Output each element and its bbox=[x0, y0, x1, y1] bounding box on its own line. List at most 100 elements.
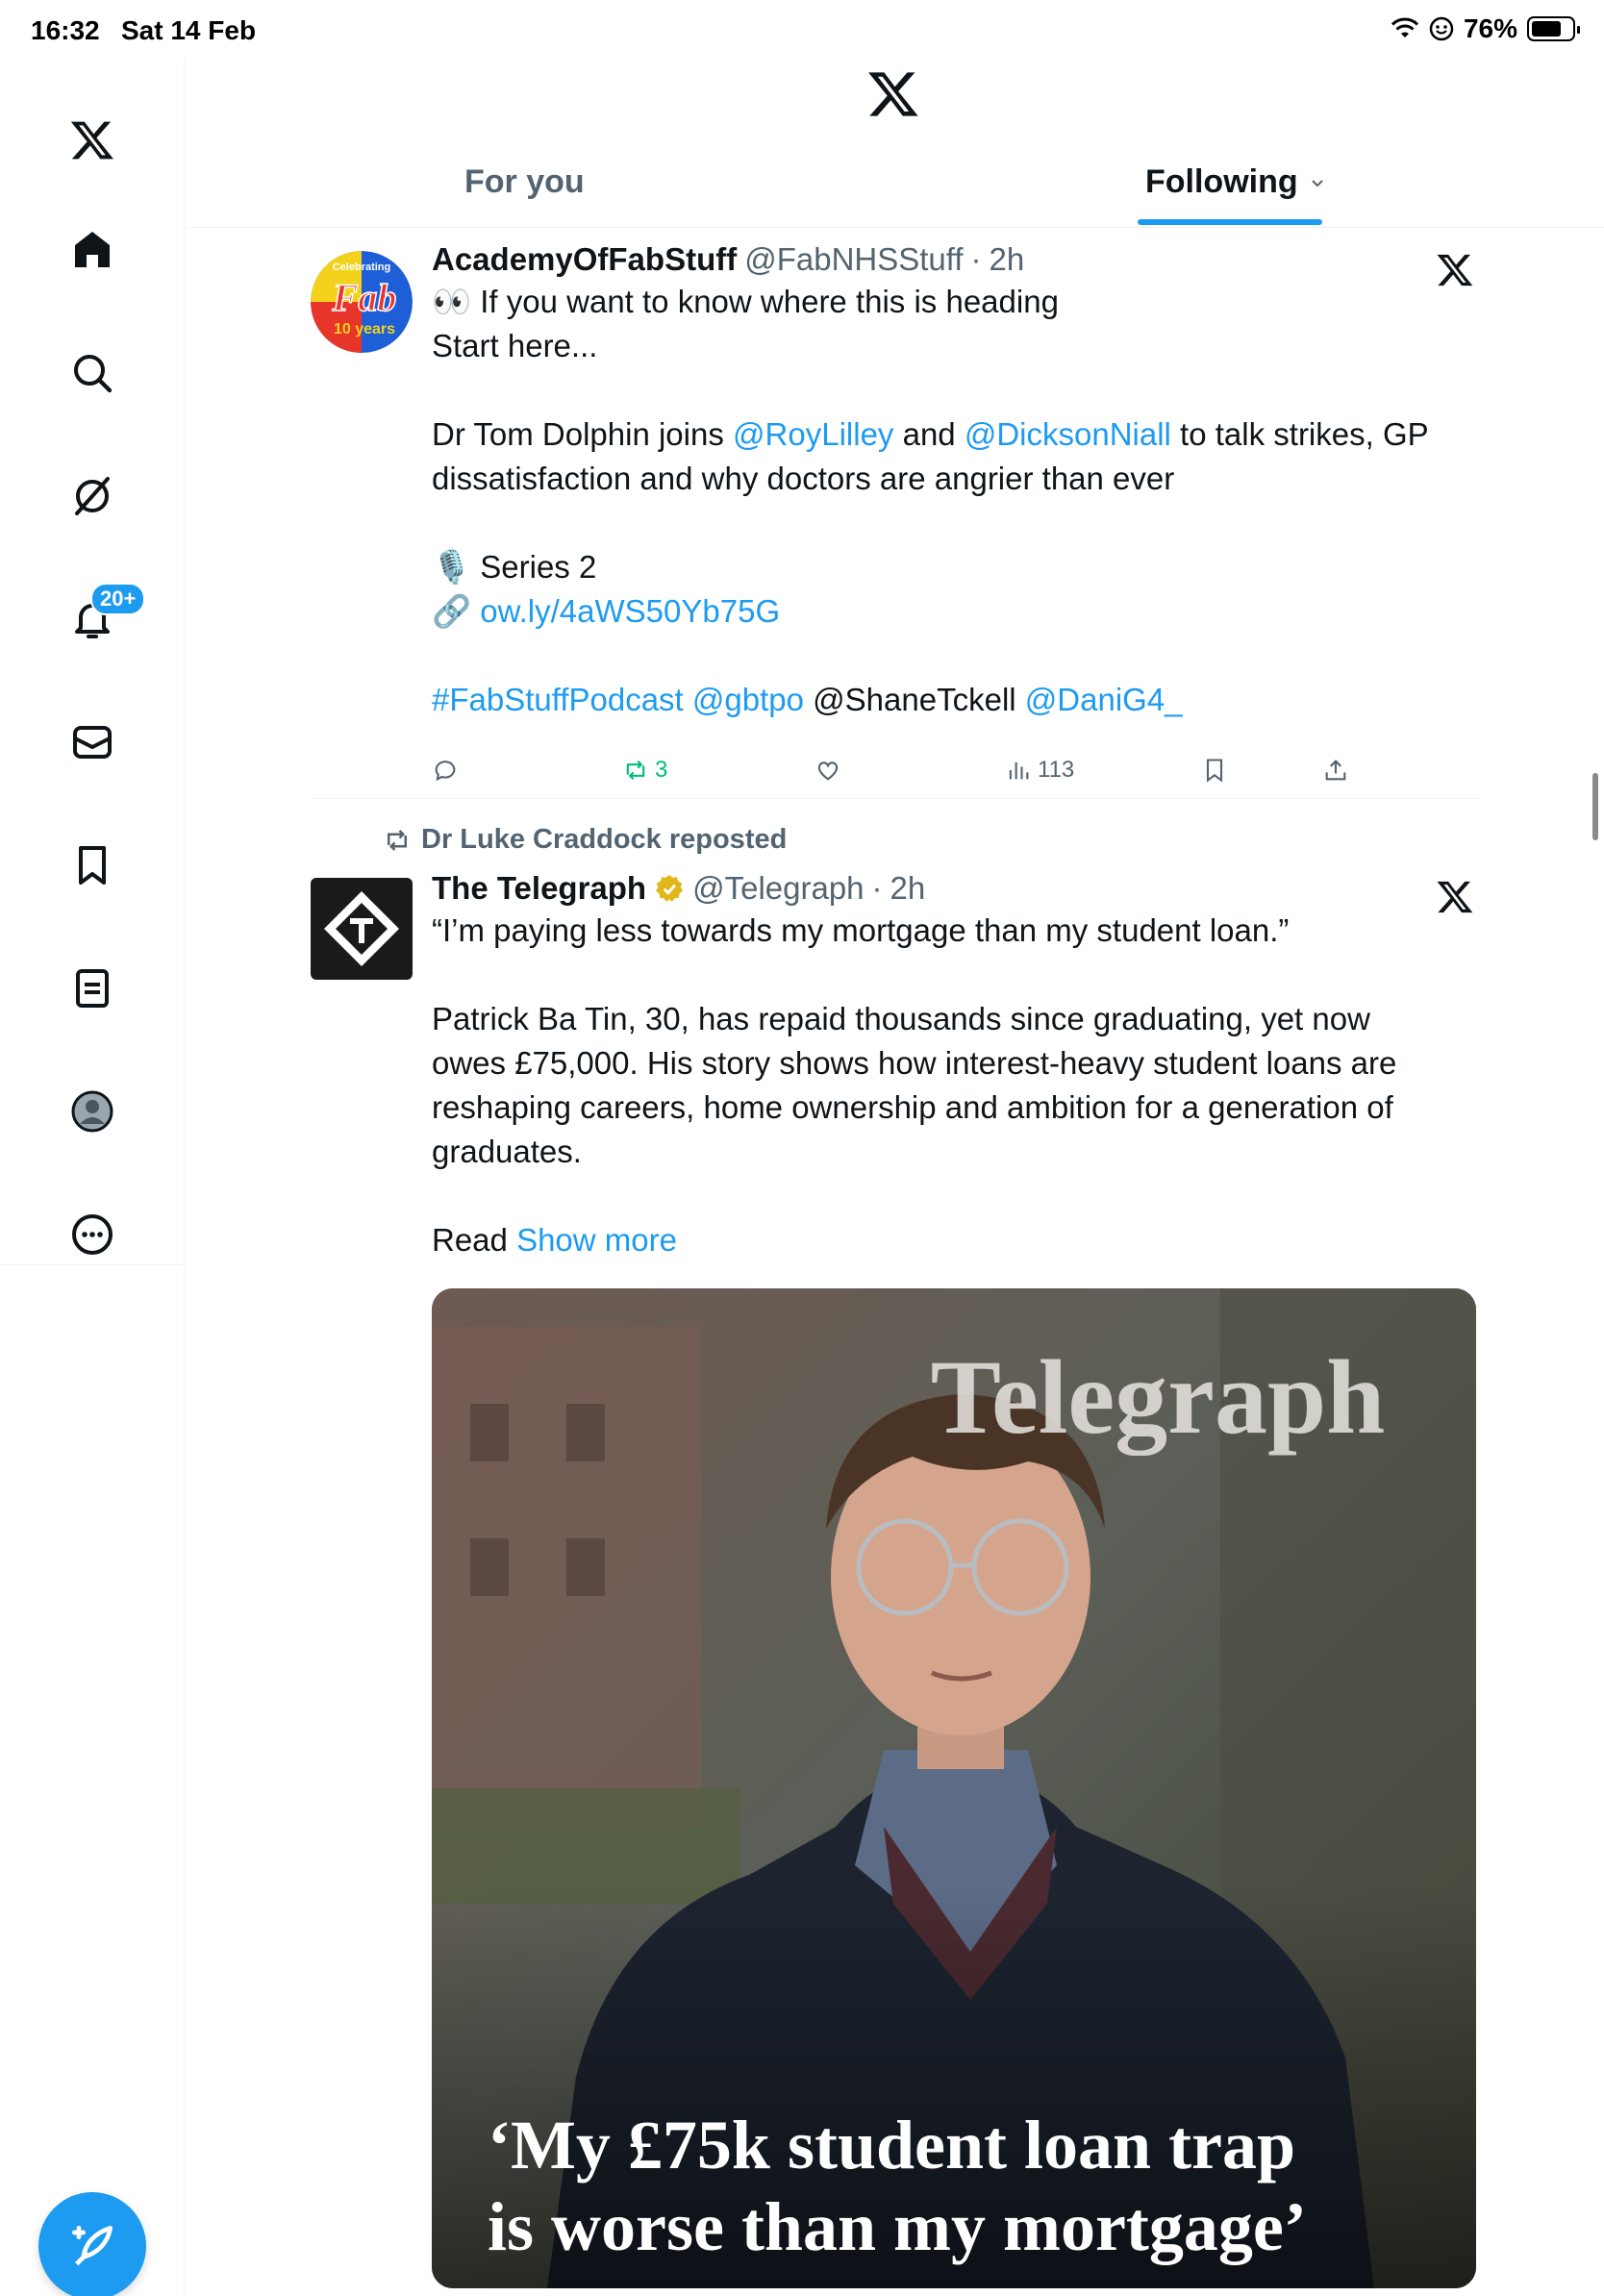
notifications-icon[interactable]: 20+ bbox=[62, 583, 146, 650]
repost-context[interactable]: Dr Luke Craddock reposted bbox=[383, 824, 787, 856]
tweet-separator bbox=[311, 798, 1479, 799]
like-button[interactable] bbox=[815, 757, 841, 784]
hashtag-link[interactable]: #FabStuffPodcast bbox=[432, 682, 684, 717]
display-name[interactable]: AcademyOfFabStuff bbox=[432, 239, 737, 280]
tweet-actions: 3 113 bbox=[432, 757, 1474, 787]
home-icon[interactable] bbox=[62, 219, 123, 281]
mention-link[interactable]: @DaniG4_ bbox=[1025, 682, 1183, 717]
tweet-body: AcademyOfFabStuff @FabNHSStuff · 2h 👀 If y… bbox=[432, 239, 1474, 722]
x-icon[interactable] bbox=[1436, 878, 1474, 916]
handle[interactable]: @Telegraph bbox=[692, 868, 864, 909]
tweet[interactable]: Celebrating Fab 10 years AcademyOfFabStu… bbox=[311, 239, 1474, 793]
status-bar: 16:32 Sat 14 Feb 76% bbox=[0, 0, 1604, 60]
scrollbar-thumb[interactable] bbox=[1592, 773, 1598, 840]
text-line: reshaping careers, home ownership and am… bbox=[432, 1089, 1393, 1125]
timestamp[interactable]: 2h bbox=[890, 868, 926, 909]
timeline-feed: Celebrating Fab 10 years AcademyOfFabStu… bbox=[186, 228, 1604, 2296]
text-line: #FabStuffPodcast @gbtpo @ShaneTckell @Da… bbox=[432, 678, 1474, 722]
media-headline-line-1: ‘My £75k student loan trap bbox=[488, 2107, 1295, 2184]
text-span: 🔗 bbox=[432, 593, 481, 629]
timeline-header: For you Following bbox=[186, 60, 1604, 228]
avatar[interactable] bbox=[311, 878, 413, 980]
heart-icon bbox=[817, 761, 839, 781]
tweet[interactable]: The Telegraph @Telegraph · 2h “I’m paying … bbox=[311, 868, 1476, 2296]
tweet-media-image[interactable]: Telegraph ‘My £75k student loan trap is … bbox=[432, 1288, 1476, 2288]
compose-icon bbox=[72, 2226, 113, 2266]
mention-link[interactable]: @RoyLilley bbox=[733, 416, 893, 452]
repost-count: 3 bbox=[655, 757, 668, 783]
mention-link[interactable]: @DicksonNiall bbox=[965, 416, 1171, 452]
bookmark-button[interactable] bbox=[1201, 757, 1228, 784]
views-icon bbox=[1009, 761, 1029, 780]
x-icon[interactable] bbox=[1436, 251, 1474, 289]
views-button[interactable]: 113 bbox=[1005, 757, 1074, 784]
chevron-down-icon bbox=[1311, 179, 1323, 187]
text-span: Dr Tom Dolphin joins bbox=[432, 416, 734, 452]
text-line: Read Show more bbox=[432, 1218, 1474, 1262]
separator-dot: · bbox=[871, 870, 883, 906]
text-line: 🎙️ Series 2 bbox=[432, 549, 597, 585]
bookmarks-icon[interactable] bbox=[62, 835, 123, 896]
text-line: Patrick Ba Tin, 30, has repaid thousands… bbox=[432, 1001, 1370, 1036]
tweet-text: “I’m paying less towards my mortgage tha… bbox=[432, 909, 1474, 1262]
battery-level bbox=[1532, 21, 1562, 37]
text-span: and bbox=[893, 416, 965, 452]
tab-for-you[interactable]: For you bbox=[464, 163, 585, 201]
profile-icon[interactable] bbox=[62, 1081, 123, 1142]
repost-icon bbox=[388, 829, 407, 851]
status-date: Sat 14 Feb bbox=[121, 15, 257, 45]
timestamp[interactable]: 2h bbox=[990, 239, 1025, 280]
messages-icon[interactable] bbox=[62, 711, 123, 773]
views-count: 113 bbox=[1038, 757, 1075, 783]
repost-button[interactable]: 3 bbox=[622, 757, 667, 784]
photo: Telegraph ‘My £75k student loan trap is … bbox=[432, 1288, 1476, 2288]
tab-following[interactable]: Following bbox=[1145, 163, 1327, 201]
sidebar: 20+ bbox=[0, 60, 185, 2296]
more-icon[interactable] bbox=[62, 1204, 123, 1265]
verified-badge-icon bbox=[656, 875, 684, 902]
text-line: Dr Tom Dolphin joins @RoyLilley and @Dic… bbox=[432, 412, 1474, 457]
repost-icon bbox=[626, 760, 645, 781]
repost-context-label: Dr Luke Craddock reposted bbox=[421, 824, 788, 855]
notification-badge: 20+ bbox=[90, 583, 146, 615]
tab-following-label: Following bbox=[1145, 163, 1298, 200]
focus-icon bbox=[1429, 16, 1454, 41]
text-line: dissatisfaction and why doctors are angr… bbox=[432, 461, 1175, 496]
search-icon[interactable] bbox=[62, 342, 123, 404]
x-logo-icon[interactable] bbox=[62, 110, 123, 171]
status-indicators: 76% bbox=[1391, 13, 1580, 44]
tweet-header: The Telegraph @Telegraph · 2h bbox=[432, 868, 1474, 909]
sidebar-divider bbox=[0, 1264, 185, 1265]
text-span: @ShaneTckell bbox=[804, 682, 1025, 717]
url-link[interactable]: ow.ly/4aWS50Yb75G bbox=[480, 593, 780, 629]
wifi-icon bbox=[1391, 17, 1419, 37]
handle[interactable]: @FabNHSStuff bbox=[744, 239, 963, 280]
text-line: “I’m paying less towards my mortgage tha… bbox=[432, 912, 1290, 948]
text-line: 👀 If you want to know where this is head… bbox=[432, 284, 1059, 319]
separator-dot: · bbox=[970, 241, 982, 277]
share-button[interactable] bbox=[1322, 757, 1349, 784]
text-span: to talk strikes, GP bbox=[1170, 416, 1429, 452]
share-icon bbox=[1325, 760, 1346, 781]
grok-icon[interactable] bbox=[62, 465, 123, 527]
compose-button[interactable] bbox=[38, 2192, 146, 2296]
text-span bbox=[684, 682, 692, 717]
avatar-text-bottom: 10 years bbox=[334, 321, 395, 337]
tab-active-indicator bbox=[1138, 219, 1322, 225]
lists-icon[interactable] bbox=[62, 958, 123, 1019]
display-name[interactable]: The Telegraph bbox=[432, 868, 646, 909]
avatar[interactable]: Celebrating Fab 10 years bbox=[311, 251, 413, 353]
reply-button[interactable] bbox=[432, 757, 459, 784]
x-logo-icon bbox=[868, 72, 918, 116]
text-line: Start here... bbox=[432, 328, 598, 363]
mention-link[interactable]: @gbtpo bbox=[692, 682, 804, 717]
tweet-body: The Telegraph @Telegraph · 2h “I’m paying … bbox=[432, 868, 1474, 1262]
text-line: graduates. bbox=[432, 1134, 582, 1169]
avatar-text-mid: Fab bbox=[332, 276, 397, 319]
text-span: Read bbox=[432, 1222, 517, 1258]
show-more-link[interactable]: Show more bbox=[516, 1222, 677, 1258]
